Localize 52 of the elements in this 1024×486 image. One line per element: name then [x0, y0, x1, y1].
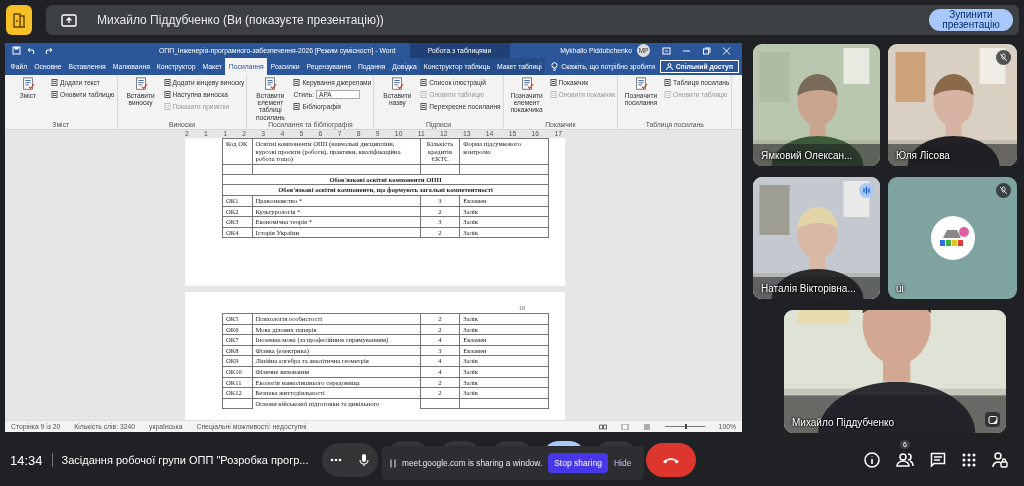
leave-call-button[interactable]	[646, 443, 697, 477]
participant-name: Ямковий Олексан...	[761, 150, 853, 162]
document-icon	[664, 79, 672, 86]
person-icon	[665, 63, 673, 70]
participant-tile[interactable]: Юля Лісова	[888, 44, 1017, 166]
presenting-text: Михайло Піддубченко (Ви (показуєте презентацію))	[97, 13, 385, 27]
document-icon	[420, 103, 428, 110]
phone-hangup-icon	[662, 456, 681, 464]
document-icon	[163, 103, 171, 110]
stop-sharing-button[interactable]: Stop sharing	[548, 453, 608, 473]
stop-presenting-button[interactable]: Зупинити презентацію	[929, 9, 1013, 31]
document-icon	[293, 79, 301, 86]
undo-icon[interactable]	[27, 46, 37, 55]
participant-tile[interactable]: Михайло Піддубченко	[784, 310, 1006, 433]
document-icon	[293, 103, 301, 110]
document-icon	[549, 91, 557, 98]
pause-icon[interactable]	[390, 458, 396, 468]
meeting-logo-icon	[6, 5, 32, 35]
read-mode-icon[interactable]	[598, 423, 607, 430]
document-icon	[549, 79, 557, 86]
participant-tile[interactable]: Наталія Вікторівна...	[753, 177, 880, 299]
apps-grid-icon[interactable]	[962, 453, 976, 467]
avatar-icon	[930, 216, 975, 260]
document-icon	[420, 79, 428, 86]
restore-icon[interactable]	[702, 46, 711, 55]
sharing-message: meet.google.com is sharing a window.	[402, 458, 543, 468]
microphone-icon	[359, 453, 370, 467]
document-icon	[163, 79, 171, 86]
document-icon	[51, 91, 58, 98]
close-icon[interactable]	[722, 46, 731, 55]
document-icon	[420, 91, 428, 98]
participant-name: Юля Лісова	[896, 150, 950, 162]
host-controls-icon[interactable]	[992, 451, 1008, 469]
present-screen-icon	[61, 13, 77, 27]
participant-tile[interactable]: Ямковий Олексан...	[753, 44, 880, 166]
self-view-icon[interactable]	[985, 412, 1000, 427]
chat-icon[interactable]	[930, 452, 946, 468]
participant-name: Наталія Вікторівна...	[761, 283, 856, 295]
redo-icon[interactable]	[43, 46, 53, 55]
document-icon	[664, 91, 672, 98]
ribbon-display-icon[interactable]	[662, 46, 671, 55]
hide-button[interactable]: Hide	[613, 458, 632, 468]
participant-name: ui	[896, 283, 904, 295]
participant-name: Михайло Піддубченко	[792, 417, 895, 429]
document-icon	[51, 79, 58, 86]
clock-time: 14:34	[10, 452, 43, 468]
document-icon	[163, 91, 171, 98]
save-icon[interactable]	[12, 46, 21, 55]
more-icon	[330, 458, 343, 462]
meeting-title: Засідання робочої групи ОПП "Розробка прогр...	[61, 454, 309, 466]
info-icon[interactable]	[864, 452, 880, 468]
lightbulb-icon	[551, 62, 559, 71]
